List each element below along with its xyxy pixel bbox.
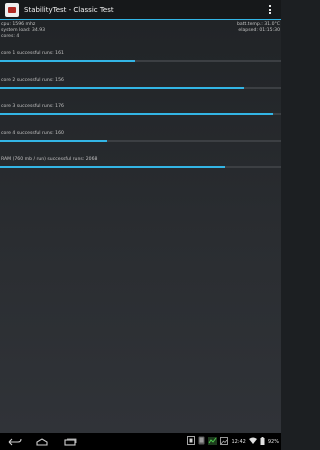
progress-track <box>0 60 281 62</box>
progress-track <box>0 140 281 142</box>
stability-notification-icon <box>187 436 196 447</box>
home-icon[interactable] <box>33 436 51 447</box>
app-window: StabilityTest - Classic Test cpu: 1596 m… <box>0 0 281 433</box>
navigation-bar: 12:42 92% <box>0 433 281 450</box>
core-count: cores: 4 <box>1 34 20 39</box>
phone-notification-icon <box>198 436 205 447</box>
elapsed-time: elapsed: 01:15:30 <box>238 28 280 33</box>
battery-percentage: 92% <box>267 438 279 445</box>
back-icon[interactable] <box>6 436 24 447</box>
progress-fill <box>0 166 225 168</box>
progress-fill <box>0 87 245 89</box>
wifi-icon <box>248 437 257 446</box>
clock: 12:42 <box>231 438 246 445</box>
cpu-monitor-icon <box>208 436 218 447</box>
status-area: 12:42 92% <box>187 433 279 450</box>
image-notification-icon <box>220 436 229 447</box>
recent-apps-icon[interactable] <box>61 436 79 447</box>
overflow-menu-icon[interactable] <box>264 3 276 17</box>
stability-test-app-icon[interactable] <box>5 2 19 17</box>
run-label: RAM (760 mb / run) successful runs: 2068 <box>1 157 98 162</box>
progress-track <box>0 166 281 168</box>
progress-fill <box>0 140 107 142</box>
run-label: core 4 successful runs: 160 <box>1 131 64 136</box>
progress-fill <box>0 113 273 115</box>
action-bar: StabilityTest - Classic Test <box>0 0 281 20</box>
run-label: core 3 successful runs: 176 <box>1 104 64 109</box>
run-label: core 2 successful runs: 156 <box>1 78 64 83</box>
progress-fill <box>0 60 135 62</box>
progress-track <box>0 113 281 115</box>
app-title: StabilityTest - Classic Test <box>24 5 114 14</box>
progress-track <box>0 87 281 89</box>
battery-icon <box>260 436 265 447</box>
run-label: core 1 successful runs: 161 <box>1 51 64 56</box>
